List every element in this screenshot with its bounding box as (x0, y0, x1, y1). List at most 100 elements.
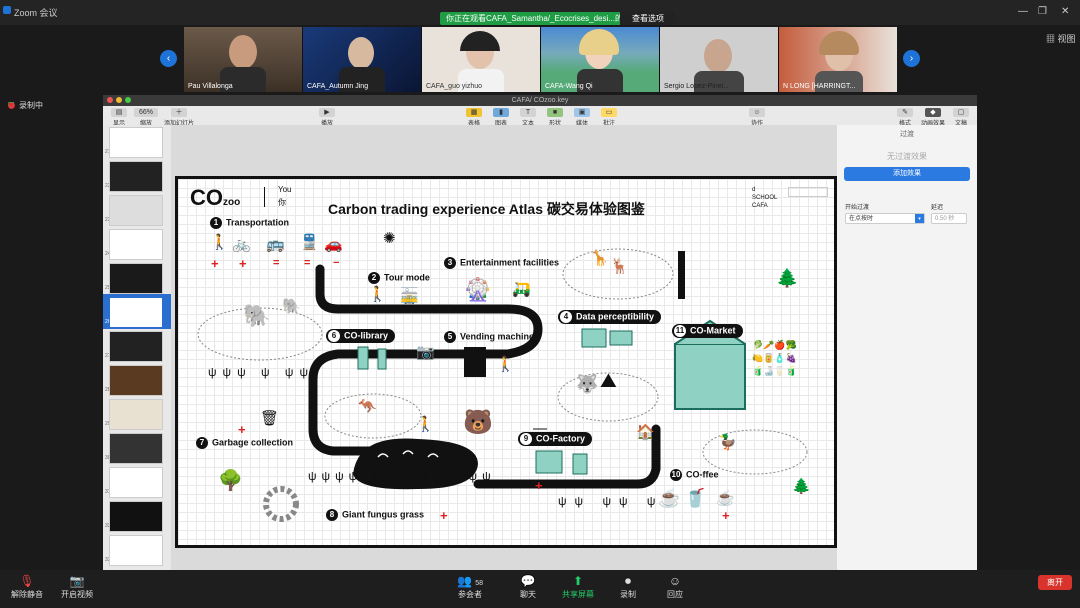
prev-page-button[interactable]: ‹ (160, 50, 177, 67)
factory-machine (535, 450, 563, 474)
slide-thumbnail[interactable] (109, 229, 163, 260)
close-dot-icon[interactable] (107, 97, 113, 103)
participant-tile[interactable]: N LONG [HARRINGT... (779, 27, 897, 92)
sun-icon: ✺ (383, 230, 396, 247)
video-off-icon: 📷 (69, 574, 85, 588)
slide-thumbnail[interactable] (109, 365, 163, 396)
media-icon: ▣ (574, 108, 590, 117)
slide-title: Carbon trading experience Atlas 碳交易体验图鉴 (328, 201, 645, 217)
participant-tile[interactable]: CAFA-Wang Qi (541, 27, 659, 92)
avatar (348, 37, 374, 69)
play-icon: ▶ (319, 108, 335, 117)
next-page-button[interactable]: › (903, 50, 920, 67)
section-coffee: 10 CO-ffee (670, 469, 719, 481)
participant-tile[interactable]: CAFA_guo yizhuo (422, 27, 540, 92)
participant-tile[interactable]: CAFA_Autumn Jing (303, 27, 421, 92)
elephant-icon: 🐘 (243, 303, 271, 328)
minimize-icon[interactable]: — (1018, 6, 1028, 17)
co-market-badge: 11 CO-Market (672, 324, 743, 338)
maximize-icon[interactable]: ❐ (1038, 6, 1047, 17)
window-title: Zoom 会议 (14, 8, 58, 18)
record-icon: ⏺ (624, 574, 631, 588)
screen-share-banner: 你正在观看CAFA_Samantha/_Ecocrises_desi...的屏幕… (440, 12, 676, 25)
participants-button[interactable]: 👥 58 参会者 (445, 574, 495, 600)
slide-thumbnail[interactable] (109, 331, 163, 362)
plus-mark: + (239, 256, 247, 271)
record-button[interactable]: ⏺ 录制 (603, 574, 653, 600)
data-chart (609, 330, 633, 346)
participant-strip: Pau Villalonga CAFA_Autumn Jing CAFA_guo… (184, 27, 897, 92)
giraffe-icon: 🦒 (590, 250, 609, 267)
plus-mark: + (211, 256, 219, 271)
coffee-bean-icon: ☕ (716, 490, 735, 507)
section-tour-mode: 2 Tour mode (368, 272, 430, 284)
close-icon[interactable]: ✕ (1061, 6, 1069, 17)
start-video-button[interactable]: 📷 开启视频 (52, 574, 102, 600)
tram-icon: 🚋 (400, 288, 419, 305)
trash-bin-icon: 🗑 (260, 410, 280, 427)
start-select[interactable]: 在点按时 ▾ (845, 213, 925, 224)
keynote-title: CAFA/ COzoo.key (103, 95, 977, 106)
school-logo: d SCHOOL CAFA (752, 187, 778, 209)
grass-clusters: ψψψ ψ ψψ (208, 365, 314, 379)
section-transportation: 1 Transportation (210, 217, 289, 229)
cafa-seal (788, 187, 828, 197)
minimize-dot-icon[interactable] (116, 97, 122, 103)
delay-stepper[interactable]: 0.50 秒 (931, 213, 967, 224)
unmute-button[interactable]: 🎙 解除静音 (2, 574, 52, 600)
keynote-toolbar: ▤ 显示 66% 缩放 ＋添加幻灯片 ▶ 播放 ▦ 表格 ▮ 图表 T 文本 ■ 形状 ▣ 媒体… (103, 106, 977, 127)
slide-thumbnail[interactable] (109, 161, 163, 192)
participant-name: CAFA_guo yizhuo (426, 83, 483, 90)
market-goods: 🥬🥕🍎🥦 🍋🥫🧴🍇 🧃🍶🥛🧃 (752, 340, 797, 376)
data-hand (581, 328, 607, 348)
slide[interactable]: COzoo You 你 Carbon trading experience At… (175, 176, 837, 548)
slide-thumbnail[interactable] (109, 195, 163, 226)
zoom-logo-icon (3, 6, 11, 14)
brush-icon: ✎ (897, 108, 913, 117)
chat-button[interactable]: 💬 聊天 (503, 574, 553, 600)
view-button[interactable]: ▦ 视图 (1046, 32, 1076, 45)
participant-tile[interactable]: Pau Villalonga (184, 27, 302, 92)
equal-mark: = (304, 257, 311, 269)
chevron-down-icon: ▾ (915, 214, 924, 223)
car-icon: 🚗 (324, 236, 343, 253)
grass-clusters: ψψ ψψ ψ (558, 494, 664, 508)
slide-thumbnail[interactable] (109, 263, 163, 294)
traveler-icon: 🚶 (416, 416, 435, 433)
banner-text: 你正在观看CAFA_Samantha/_Ecocrises_desi...的屏幕 (446, 14, 639, 23)
share-screen-button[interactable]: ⬆ 共享屏幕 (553, 574, 603, 600)
delay-label: 延迟 (931, 205, 944, 211)
chat-icon: 💬 (520, 574, 536, 588)
view-options-button[interactable]: 查看选项 (620, 12, 676, 25)
leave-button[interactable]: 离开 (1038, 575, 1072, 590)
slide-thumbnail[interactable] (109, 127, 163, 158)
equal-mark: = (273, 257, 280, 269)
reactions-button[interactable]: ☺ 回应 (650, 574, 700, 600)
library-lamp (357, 346, 369, 370)
slide-thumbnail[interactable] (109, 467, 163, 498)
chart-icon: ▮ (493, 108, 509, 117)
add-effect-button[interactable]: 添加效果 (844, 167, 970, 181)
library-lamp (377, 348, 387, 370)
compost-ring (263, 486, 299, 522)
camera-icon: 📷 (416, 344, 435, 361)
participant-tile[interactable]: Sergio Lopez-Pinei... (660, 27, 778, 92)
inspector-tab[interactable]: 过渡 (837, 129, 977, 139)
slide-thumbnail[interactable] (109, 433, 163, 464)
road-post (678, 251, 685, 299)
bear-icon: 🐻 (463, 409, 493, 436)
walker-icon: 🚶 (210, 234, 229, 251)
ferris-wheel-icon: 🎡 (464, 277, 492, 302)
slide-thumbnail[interactable] (109, 501, 163, 532)
person-icon: ☺ (749, 108, 765, 117)
slide-thumbnail-selected[interactable] (109, 297, 163, 328)
text-icon: T (520, 108, 536, 117)
zoom-dot-icon[interactable] (125, 97, 131, 103)
participant-name: Pau Villalonga (188, 83, 233, 90)
kangaroo-icon: 🦘 (358, 398, 377, 415)
ni-label: 你 (278, 198, 286, 207)
rock-icon: ⛰ (600, 370, 617, 392)
slide-thumbnail[interactable] (109, 535, 163, 566)
cozoo-logo: COzoo (190, 185, 241, 210)
slide-thumbnail[interactable] (109, 399, 163, 430)
